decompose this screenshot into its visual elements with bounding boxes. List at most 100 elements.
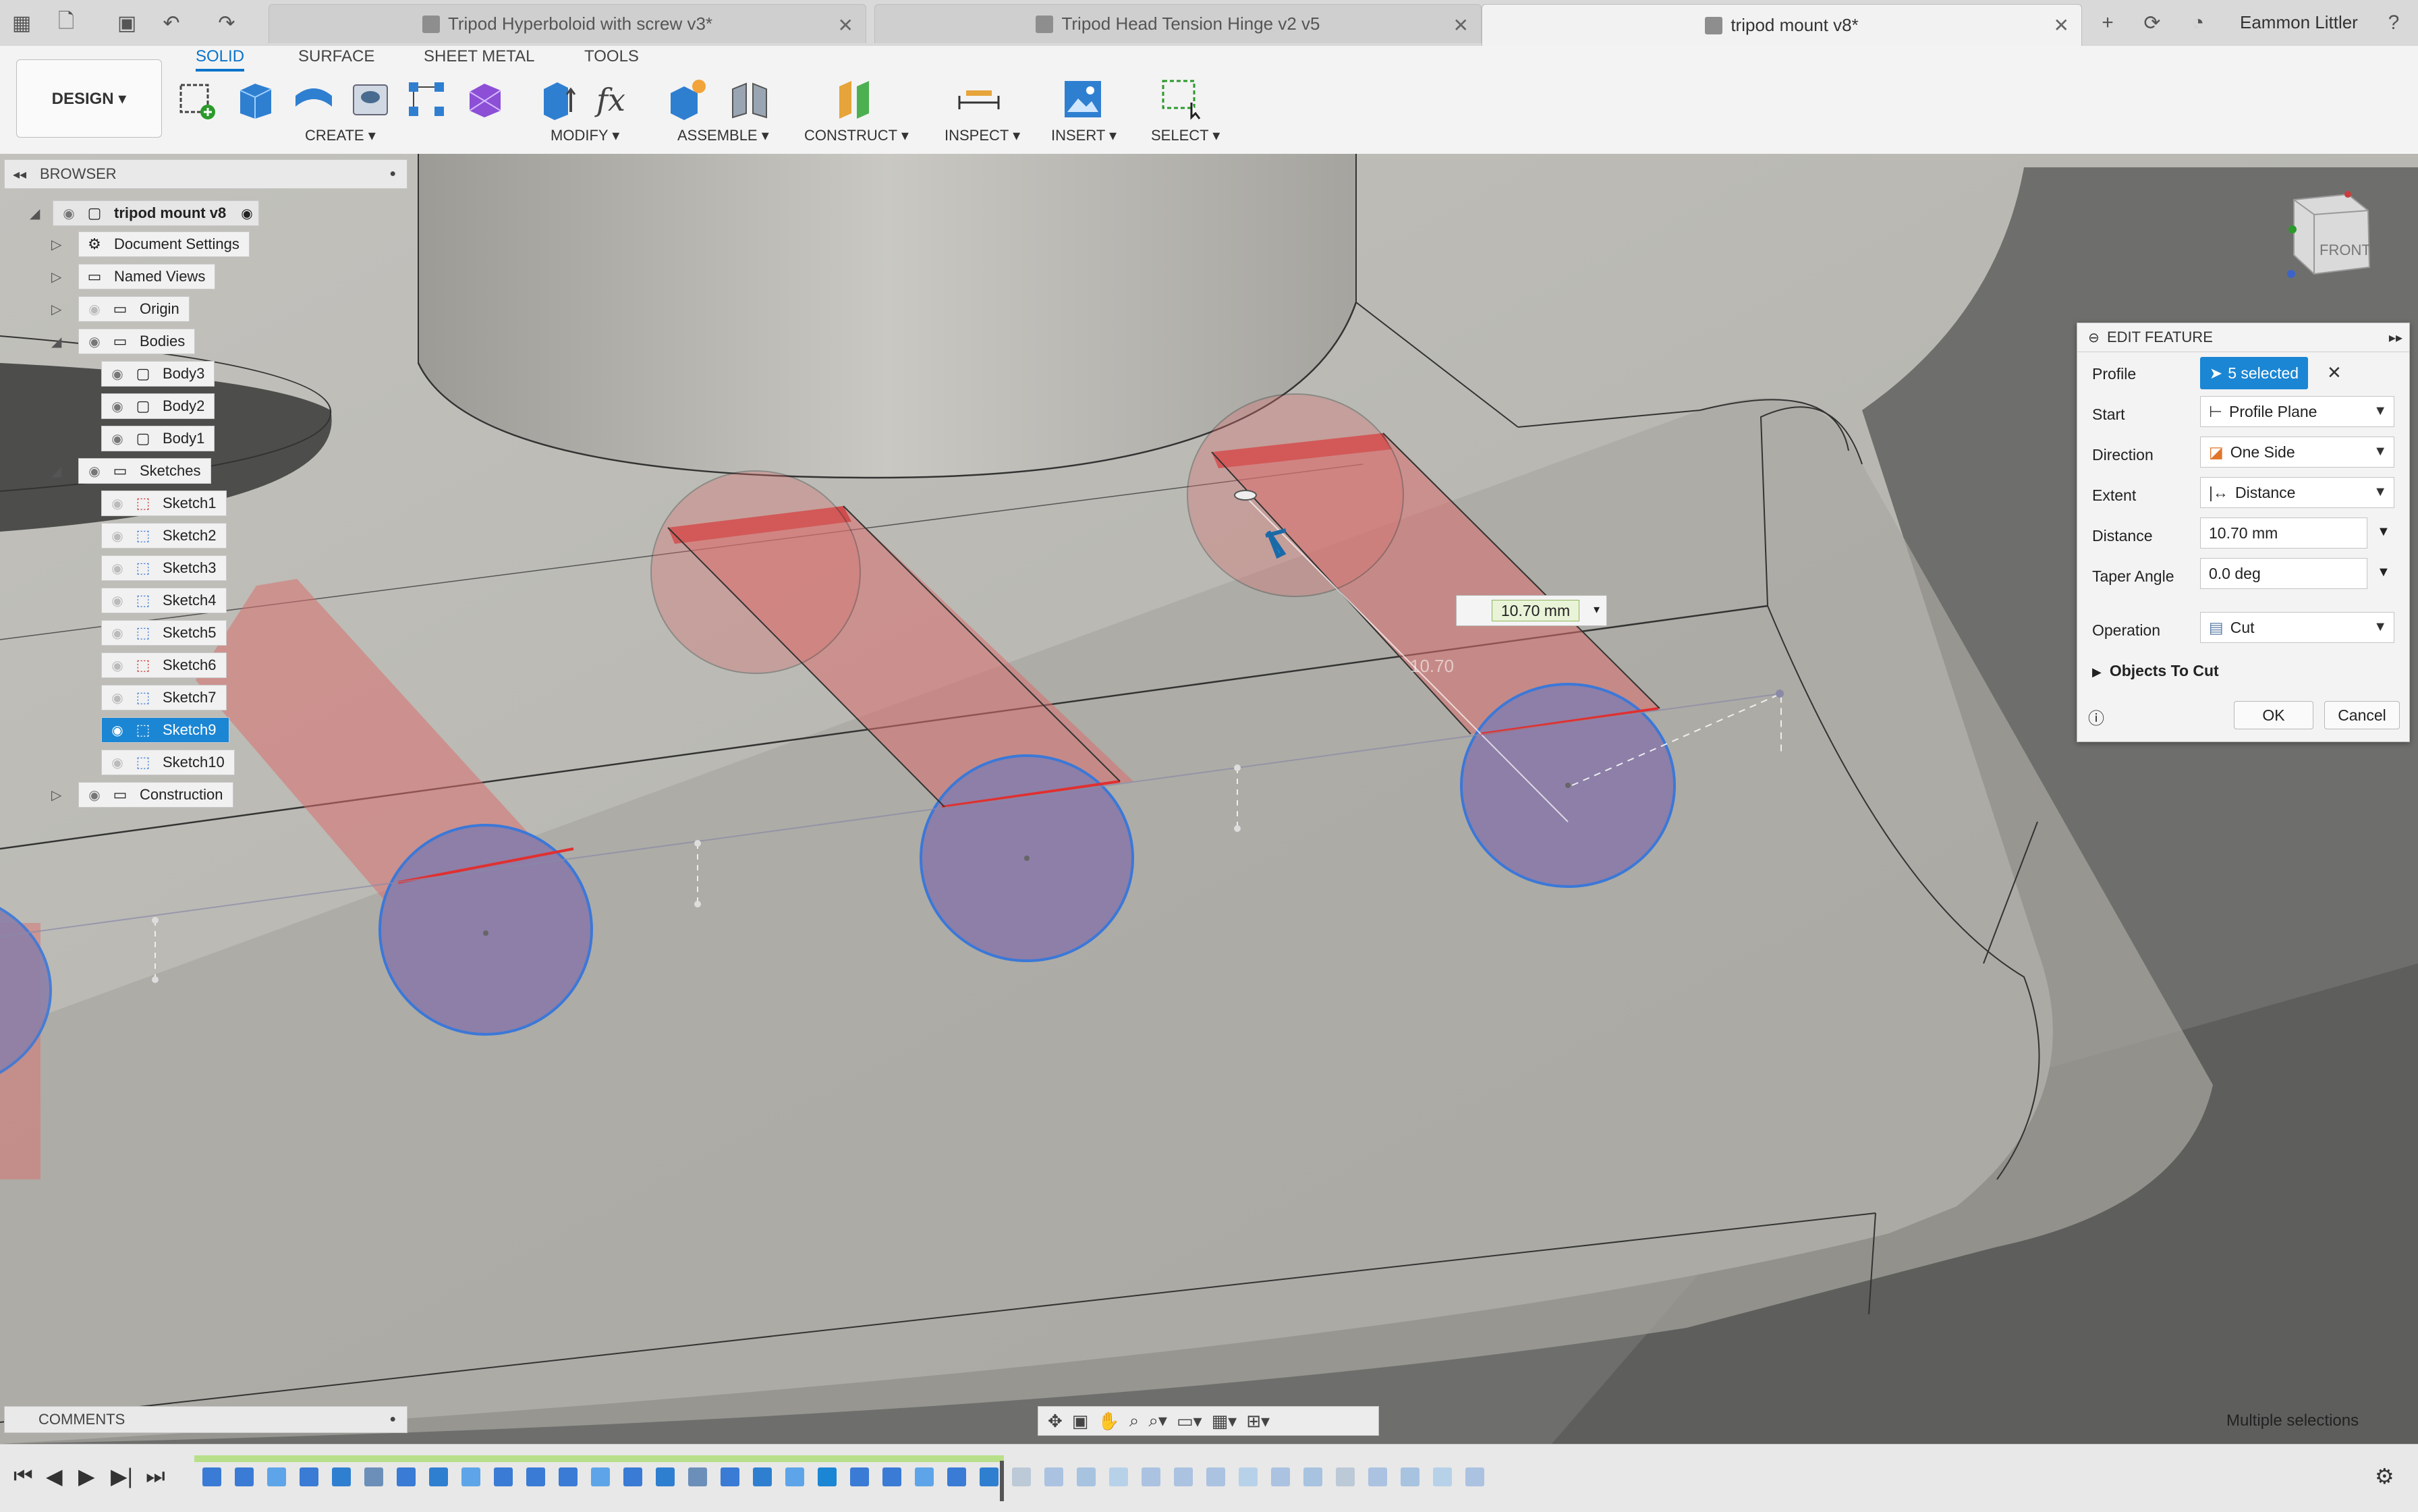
insert-menu[interactable]: INSERT ▾ <box>1051 127 1117 144</box>
timeline-feature[interactable] <box>235 1467 254 1486</box>
look-at-icon[interactable]: ▣ <box>1072 1411 1089 1432</box>
profile-selection-button[interactable]: ➤ 5 selected <box>2200 357 2308 389</box>
timeline-feature[interactable] <box>1336 1467 1355 1486</box>
zoom-icon[interactable]: ⌕ <box>1129 1410 1140 1432</box>
timeline-feature[interactable] <box>1271 1467 1290 1486</box>
timeline-feature[interactable] <box>785 1467 804 1486</box>
orbit-icon[interactable]: ✥ <box>1048 1411 1063 1432</box>
file-menu-icon[interactable]: 🗋 <box>54 10 78 35</box>
canvas-viewport[interactable]: 10.70 FRONT <box>0 154 2418 1444</box>
visibility-eye-icon[interactable]: ◉ <box>84 788 105 803</box>
visibility-eye-icon[interactable]: ◉ <box>84 302 105 317</box>
new-tab-icon[interactable]: + <box>2096 11 2120 35</box>
chevron-down-icon[interactable]: ▼ <box>2377 524 2390 540</box>
timeline-feature[interactable] <box>1012 1467 1031 1486</box>
timeline-feature[interactable] <box>623 1467 642 1486</box>
timeline-feature[interactable] <box>882 1467 901 1486</box>
visibility-eye-icon[interactable]: ◉ <box>84 335 105 349</box>
visibility-eye-icon[interactable]: ◉ <box>107 399 128 414</box>
inspect-menu[interactable]: INSPECT ▾ <box>945 127 1020 144</box>
tab-tripod-head-hinge[interactable]: Tripod Head Tension Hinge v2 v5 ✕ <box>874 4 1482 43</box>
visibility-eye-icon[interactable]: ◉ <box>107 756 128 771</box>
press-pull-icon[interactable] <box>534 76 582 123</box>
ok-button[interactable]: OK <box>2234 701 2313 729</box>
create-sketch-icon[interactable] <box>174 76 221 123</box>
browser-panel-header[interactable]: ◂◂ BROWSER ● <box>4 159 407 189</box>
extensions-icon[interactable]: ⟳ <box>2140 11 2164 35</box>
chevron-down-icon[interactable]: ▾ <box>1594 603 1600 617</box>
go-to-end-icon[interactable]: ⏭ <box>146 1463 165 1489</box>
timeline-feature[interactable] <box>461 1467 480 1486</box>
timeline-feature[interactable] <box>688 1467 707 1486</box>
clear-selection-icon[interactable]: ✕ <box>2327 362 2342 383</box>
tab-surface[interactable]: SURFACE <box>298 47 374 66</box>
chevron-down-icon[interactable]: ▼ <box>2377 565 2390 580</box>
extrude-icon[interactable] <box>232 76 279 123</box>
gear-icon[interactable]: ⚙ <box>2375 1463 2394 1489</box>
visibility-eye-icon[interactable]: ◉ <box>107 659 128 673</box>
start-select[interactable]: ⊢ Profile Plane ▼ <box>2200 396 2394 427</box>
insert-image-icon[interactable] <box>1059 76 1106 123</box>
comments-panel-header[interactable]: COMMENTS ● <box>4 1406 407 1433</box>
app-grid-icon[interactable]: ▦ <box>9 11 34 35</box>
browser-item-sketch10[interactable]: ◉ ⬚ Sketch10 <box>101 749 235 776</box>
tab-tools[interactable]: TOOLS <box>584 47 639 66</box>
construct-menu[interactable]: CONSTRUCT ▾ <box>804 127 909 144</box>
job-status-icon[interactable]: ◔ <box>2186 11 2210 35</box>
timeline-feature[interactable] <box>1303 1467 1322 1486</box>
browser-root[interactable]: ◢ ◉ ▢ tripod mount v8 ◉ <box>30 200 259 227</box>
user-name[interactable]: Eammon Littler <box>2240 12 2358 33</box>
model-canvas[interactable]: 10.70 FRONT <box>0 154 2418 1444</box>
browser-item-sketch4[interactable]: ◉ ⬚ Sketch4 <box>101 587 227 614</box>
timeline-marker[interactable] <box>1000 1461 1004 1501</box>
minus-icon[interactable]: ⊖ <box>2088 329 2100 346</box>
undo-icon[interactable]: ↶ <box>159 11 184 35</box>
assemble-menu[interactable]: ASSEMBLE ▾ <box>677 127 769 144</box>
save-icon[interactable]: ▣ <box>115 11 139 35</box>
pattern-icon[interactable] <box>403 76 451 123</box>
timeline-feature[interactable] <box>1174 1467 1193 1486</box>
timeline-feature[interactable] <box>721 1467 739 1486</box>
viewports-icon[interactable]: ⊞▾ <box>1246 1411 1270 1432</box>
browser-item-sketches[interactable]: ◢ ◉ ▭ Sketches <box>51 457 211 484</box>
visibility-eye-icon[interactable]: ◉ <box>107 529 128 544</box>
timeline-feature[interactable] <box>397 1467 416 1486</box>
timeline-feature[interactable] <box>850 1467 869 1486</box>
browser-item-sketch6[interactable]: ◉ ⬚ Sketch6 <box>101 652 227 679</box>
browser-item-sketch7[interactable]: ◉ ⬚ Sketch7 <box>101 684 227 711</box>
play-icon[interactable]: ▶ <box>78 1463 95 1489</box>
timeline-feature[interactable] <box>980 1467 999 1486</box>
tab-sheet-metal[interactable]: SHEET METAL <box>424 47 534 66</box>
visibility-eye-icon[interactable]: ◉ <box>107 367 128 382</box>
close-icon[interactable]: ✕ <box>838 14 853 36</box>
browser-item-sketch2[interactable]: ◉ ⬚ Sketch2 <box>101 522 227 549</box>
taper-angle-input[interactable]: 0.0 deg <box>2200 558 2367 589</box>
browser-item-document-settings[interactable]: ▷ ⚙ Document Settings <box>51 231 250 258</box>
fit-zoom-icon[interactable]: ⌕▾ <box>1148 1410 1167 1432</box>
timeline-feature[interactable] <box>300 1467 318 1486</box>
panel-pin-icon[interactable]: ● <box>389 1413 396 1426</box>
timeline-feature[interactable] <box>1433 1467 1452 1486</box>
display-settings-icon[interactable]: ▭▾ <box>1177 1411 1202 1432</box>
objects-to-cut-section[interactable]: ▶ Objects To Cut <box>2092 662 2219 680</box>
timeline-feature[interactable] <box>429 1467 448 1486</box>
timeline-feature[interactable] <box>1142 1467 1160 1486</box>
parameters-fx-icon[interactable]: fx <box>592 76 640 123</box>
distance-input[interactable]: 10.70 mm <box>2200 517 2367 549</box>
go-to-start-icon[interactable]: ⏮ <box>13 1463 33 1489</box>
modify-menu[interactable]: MODIFY ▾ <box>551 127 619 144</box>
browser-item-sketch1[interactable]: ◉ ⬚ Sketch1 <box>101 490 227 517</box>
timeline-feature[interactable] <box>591 1467 610 1486</box>
browser-item-origin[interactable]: ▷ ◉ ▭ Origin <box>51 296 190 323</box>
hole-icon[interactable] <box>347 76 394 123</box>
browser-item-construction[interactable]: ▷ ◉ ▭ Construction <box>51 781 233 808</box>
timeline-feature[interactable] <box>656 1467 675 1486</box>
browser-item-body1[interactable]: ◉ ▢ Body1 <box>101 425 215 452</box>
expand-dialog-icon[interactable]: ▸▸ <box>2389 329 2402 346</box>
timeline-feature[interactable] <box>494 1467 513 1486</box>
browser-item-body3[interactable]: ◉ ▢ Body3 <box>101 360 215 387</box>
timeline-feature[interactable] <box>1239 1467 1258 1486</box>
close-icon[interactable]: ✕ <box>2054 14 2069 36</box>
visibility-eye-icon[interactable]: ◉ <box>107 691 128 706</box>
panel-pin-icon[interactable]: ● <box>389 168 396 180</box>
